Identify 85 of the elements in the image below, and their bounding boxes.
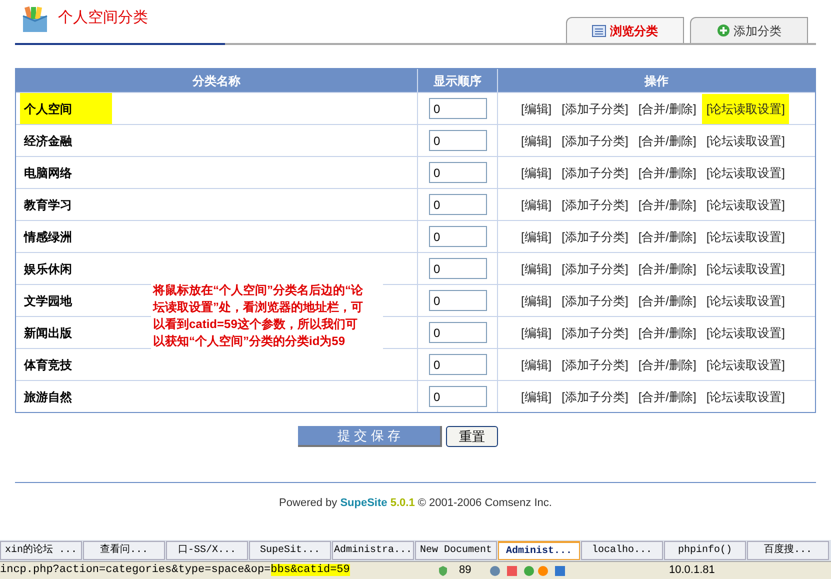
footer-text: Powered by SupeSite 5.0.1 © 2001-2006 Comsenz Inc. [278, 496, 553, 511]
action-link[interactable]: [添加子分类] [562, 196, 628, 214]
column-header: 操作 [643, 72, 670, 90]
action-link[interactable]: [添加子分类] [562, 100, 628, 118]
taskbar-item[interactable]: localho... [581, 541, 663, 560]
action-link[interactable]: [论坛读取设置] [706, 356, 785, 374]
order-input[interactable]: 0 [428, 386, 486, 407]
taskbar-item[interactable]: Administ... [498, 541, 580, 560]
order-input[interactable]: 0 [428, 162, 486, 183]
action-link[interactable]: [合并/删除] [638, 356, 696, 374]
action-link[interactable]: [添加子分类] [562, 324, 628, 342]
category-name: 电脑网络 [23, 164, 73, 182]
tab[interactable]: 浏览分类 [566, 17, 684, 43]
plus-icon [716, 24, 730, 37]
order-input[interactable]: 0 [428, 322, 486, 343]
action-link[interactable]: [论坛读取设置] [706, 196, 785, 214]
action-link[interactable]: [合并/删除] [638, 260, 696, 278]
action-link[interactable]: [论坛读取设置] [706, 260, 785, 278]
category-name: 情感绿洲 [22, 228, 73, 246]
taskbar-item[interactable]: 百度搜... [747, 541, 829, 560]
category-name: 体育竞技 [22, 356, 73, 374]
action-link[interactable]: [编辑] [520, 324, 552, 342]
action-link[interactable]: [合并/删除] [638, 292, 696, 310]
action-link[interactable]: [编辑] [520, 196, 552, 214]
action-link[interactable]: [论坛读取设置] [706, 164, 785, 182]
action-link[interactable]: [添加子分类] [562, 388, 628, 406]
action-link[interactable]: [添加子分类] [562, 132, 628, 150]
order-input[interactable]: 0 [428, 354, 486, 375]
category-name: 经济金融 [22, 132, 73, 150]
action-link[interactable]: [论坛读取设置] [706, 292, 785, 310]
column-header: 分类名称 [16, 69, 418, 92]
order-input[interactable]: 0 [428, 98, 486, 119]
action-link[interactable]: [添加子分类] [562, 292, 628, 310]
order-input[interactable]: 0 [428, 258, 486, 279]
action-link[interactable]: [添加子分类] [562, 228, 628, 246]
action-link[interactable]: [论坛读取设置] [706, 228, 785, 246]
category-name: 教育学习 [22, 196, 73, 214]
action-link[interactable]: [添加子分类] [562, 260, 628, 278]
status-count: 89 [459, 563, 472, 578]
action-link[interactable]: [编辑] [520, 292, 552, 310]
list-icon [592, 24, 606, 36]
action-link[interactable]: [合并/删除] [638, 100, 696, 118]
order-input[interactable]: 0 [428, 130, 486, 151]
tab[interactable]: 添加分类 [690, 17, 808, 43]
category-name: 娱乐休闲 [22, 260, 73, 278]
action-link[interactable]: [编辑] [520, 132, 552, 150]
book-box-icon [20, 4, 50, 34]
action-link[interactable]: [添加子分类] [562, 164, 628, 182]
action-link[interactable]: [编辑] [520, 228, 552, 246]
action-link[interactable]: [编辑] [520, 100, 552, 118]
action-link[interactable]: [编辑] [520, 356, 552, 374]
action-link[interactable]: [编辑] [520, 260, 552, 278]
taskbar-item[interactable]: New Document [415, 541, 497, 560]
action-link[interactable]: [编辑] [520, 388, 552, 406]
action-link[interactable]: [合并/删除] [638, 164, 696, 182]
shield-icon [437, 564, 449, 576]
page-title: 个人空间分类 [58, 8, 148, 28]
order-input[interactable]: 0 [428, 290, 486, 311]
taskbar-item[interactable]: SupeSit... [249, 541, 331, 560]
action-link[interactable]: [编辑] [520, 164, 552, 182]
action-link[interactable]: [合并/删除] [638, 132, 696, 150]
category-name: 文学园地 [23, 292, 73, 310]
taskbar-item[interactable]: xin的论坛 ... [0, 541, 82, 560]
order-input[interactable]: 0 [428, 226, 486, 247]
status-ip: 10.0.1.81 [669, 563, 715, 578]
taskbar-item[interactable]: Administra... [332, 541, 414, 560]
action-link[interactable]: [论坛读取设置] [706, 132, 785, 150]
action-link[interactable]: [合并/删除] [638, 324, 696, 342]
category-name: 旅游自然 [22, 388, 73, 406]
action-link[interactable]: [合并/删除] [638, 228, 696, 246]
action-link[interactable]: [论坛读取设置] [706, 324, 785, 342]
column-header: 显示顺序 [418, 69, 498, 92]
action-link[interactable]: [论坛读取设置] [702, 94, 789, 124]
category-name: 个人空间 [20, 93, 112, 124]
category-name: 新闻出版 [23, 324, 73, 342]
taskbar-item[interactable]: phpinfo() [664, 541, 746, 560]
action-link[interactable]: [合并/删除] [638, 388, 696, 406]
reset-button[interactable]: 重置 [446, 426, 498, 447]
action-link[interactable]: [论坛读取设置] [706, 388, 785, 406]
status-url: incp.php?action=categories&type=space&op=bbs&catid=59 [0, 563, 350, 578]
action-link[interactable]: [合并/删除] [638, 196, 696, 214]
order-input[interactable]: 0 [428, 194, 486, 215]
action-link[interactable]: [添加子分类] [562, 356, 628, 374]
taskbar-item[interactable]: 口-SS/X... [166, 541, 248, 560]
taskbar-item[interactable]: 查看问... [83, 541, 165, 560]
